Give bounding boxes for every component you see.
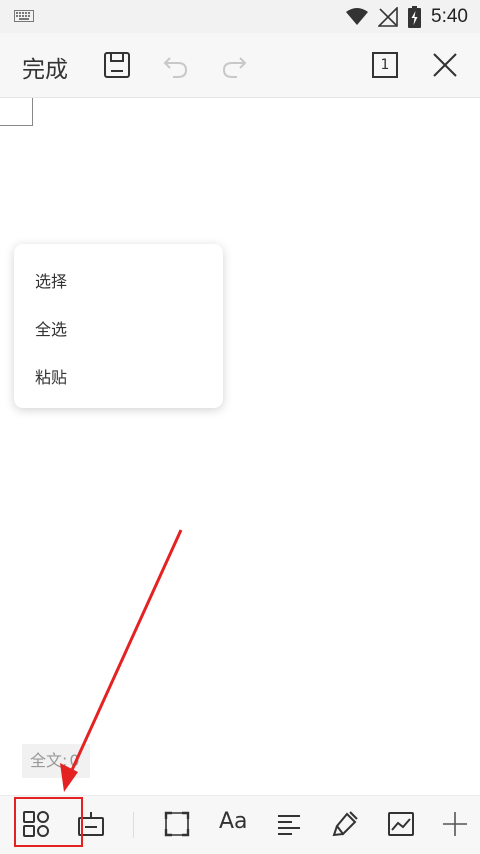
keyboard-icon <box>14 10 34 22</box>
annotation-highlight-box <box>14 797 83 847</box>
battery-charging-icon <box>408 6 422 28</box>
no-signal-icon <box>378 7 398 27</box>
menu-item-select[interactable]: 选择 <box>35 268 67 292</box>
word-count-label: 全文: <box>30 751 68 770</box>
fullscreen-icon[interactable] <box>163 810 191 838</box>
redo-icon[interactable] <box>219 50 249 80</box>
image-icon[interactable] <box>387 810 415 838</box>
document-canvas[interactable] <box>0 98 480 795</box>
align-left-icon[interactable] <box>275 810 303 838</box>
font-icon[interactable]: Aa <box>219 809 251 837</box>
word-count-value: 0 <box>69 751 80 770</box>
font-icon-text: Aa <box>219 809 248 834</box>
format-paint-icon[interactable] <box>331 810 359 838</box>
close-icon[interactable] <box>430 50 460 80</box>
menu-item-select-all[interactable]: 全选 <box>35 316 67 340</box>
save-icon[interactable] <box>102 50 132 80</box>
page-number: 1 <box>372 52 398 78</box>
status-time: 5:40 <box>431 6 468 27</box>
menu-item-paste[interactable]: 粘贴 <box>35 364 67 388</box>
wifi-icon <box>346 8 369 25</box>
context-menu: 选择 全选 粘贴 <box>14 244 223 408</box>
top-toolbar: 完成 1 <box>0 33 480 98</box>
undo-icon[interactable] <box>161 50 191 80</box>
page-view-icon[interactable]: 1 <box>372 52 398 78</box>
done-button[interactable]: 完成 <box>22 50 68 84</box>
status-bar: 5:40 <box>0 0 480 33</box>
page-corner-marker <box>0 98 33 126</box>
insert-icon[interactable] <box>441 810 469 838</box>
word-count-badge: 全文: 0 <box>22 744 90 778</box>
toolbar-divider <box>133 812 134 838</box>
